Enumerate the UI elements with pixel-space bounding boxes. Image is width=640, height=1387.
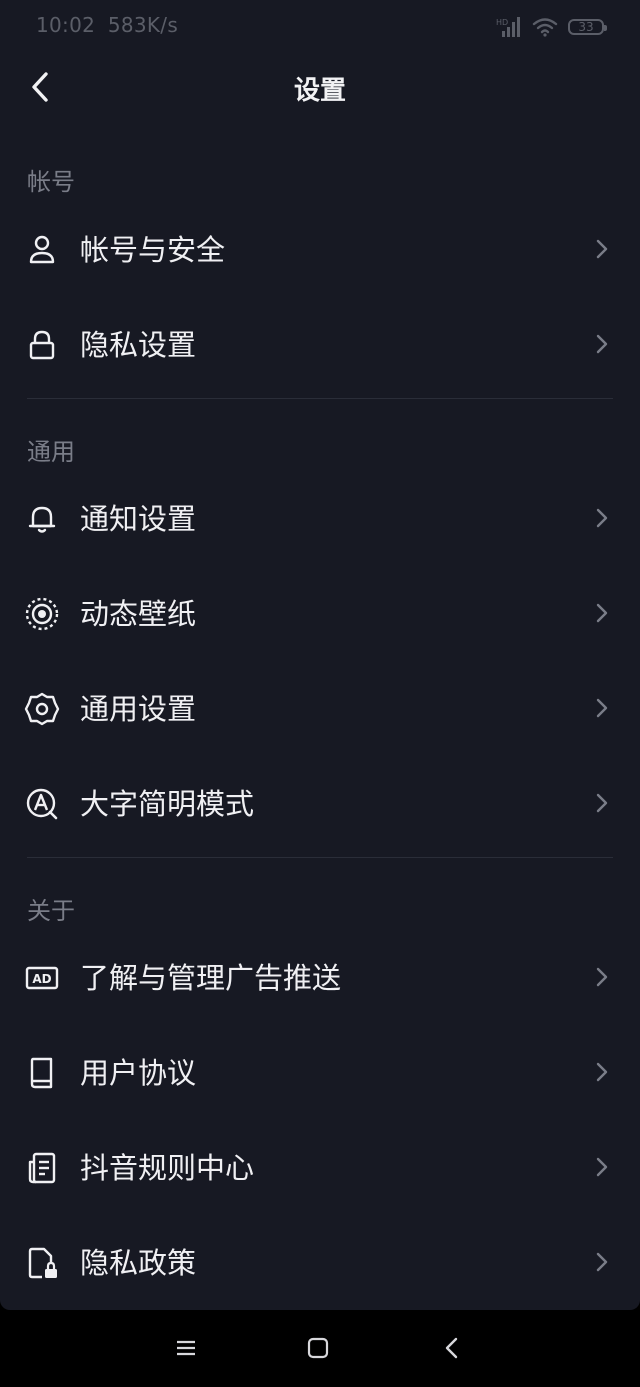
ad-icon: AD <box>25 966 59 990</box>
chevron-right-icon <box>596 793 608 813</box>
section-divider <box>27 857 613 858</box>
chevron-right-icon <box>596 1157 608 1177</box>
status-time: 10:02 583K/s <box>36 13 178 37</box>
home-square-icon <box>307 1337 329 1359</box>
ad-icon-text: AD <box>32 972 51 986</box>
settings-item-ad-management[interactable]: AD 了解与管理广告推送 <box>0 935 640 1021</box>
settings-item-label: 用户协议 <box>80 1056 197 1090</box>
section-title-general: 通用 <box>27 438 75 466</box>
gear-icon <box>24 692 60 726</box>
battery-level: 33 <box>578 20 594 34</box>
lock-icon <box>29 330 55 360</box>
settings-item-label: 隐私设置 <box>80 328 197 362</box>
settings-item-large-text-mode[interactable]: 大字简明模式 <box>0 761 640 847</box>
privacy-file-icon <box>28 1247 57 1279</box>
settings-item-notification[interactable]: 通知设置 <box>0 476 640 562</box>
nav-menu-button[interactable] <box>164 1328 208 1368</box>
back-triangle-icon <box>445 1337 458 1359</box>
settings-item-privacy-settings[interactable]: 隐私设置 <box>0 302 640 388</box>
signal-icon: HD <box>496 17 520 37</box>
chevron-right-icon <box>596 698 608 718</box>
settings-item-label: 通知设置 <box>80 502 197 536</box>
chevron-right-icon <box>596 1062 608 1082</box>
large-text-icon <box>26 788 58 820</box>
settings-item-rules-center[interactable]: 抖音规则中心 <box>0 1125 640 1211</box>
chevron-right-icon <box>596 967 608 987</box>
bell-icon <box>28 506 56 533</box>
battery-icon: 33 <box>568 19 607 35</box>
settings-item-account-security[interactable]: 帐号与安全 <box>0 207 640 293</box>
wifi-icon <box>532 18 558 37</box>
status-network-speed: 583K/s <box>107 13 179 37</box>
chevron-right-icon <box>596 239 608 259</box>
section-title-account: 帐号 <box>27 168 75 196</box>
nav-home-button[interactable] <box>296 1328 340 1368</box>
menu-icon <box>177 1340 195 1356</box>
settings-item-label: 隐私政策 <box>80 1246 197 1280</box>
document-list-icon <box>28 1152 56 1184</box>
settings-item-live-wallpaper[interactable]: 动态壁纸 <box>0 571 640 657</box>
chevron-right-icon <box>596 508 608 528</box>
settings-item-label: 了解与管理广告推送 <box>80 961 342 995</box>
book-icon <box>30 1057 53 1089</box>
chevron-right-icon <box>596 334 608 354</box>
settings-item-label: 抖音规则中心 <box>80 1151 255 1185</box>
signal-hd-label: HD <box>496 18 508 27</box>
settings-item-label: 动态壁纸 <box>80 597 197 631</box>
settings-item-user-agreement[interactable]: 用户协议 <box>0 1030 640 1116</box>
settings-item-label: 大字简明模式 <box>80 787 255 821</box>
header: 设置 <box>0 56 640 120</box>
settings-item-label: 通用设置 <box>80 692 197 726</box>
settings-item-general-settings[interactable]: 通用设置 <box>0 666 640 752</box>
status-bar: 10:02 583K/s HD 33 <box>0 0 640 54</box>
wallpaper-icon <box>25 597 59 631</box>
chevron-right-icon <box>596 603 608 623</box>
settings-item-privacy-policy[interactable]: 隐私政策 <box>0 1220 640 1306</box>
chevron-right-icon <box>596 1252 608 1272</box>
section-title-about: 关于 <box>27 897 75 925</box>
user-icon <box>29 235 55 264</box>
section-divider <box>27 398 613 399</box>
system-navigation-bar <box>0 1310 640 1387</box>
status-clock: 10:02 <box>36 13 96 37</box>
status-icons: HD 33 <box>496 14 607 40</box>
page-title: 设置 <box>293 76 346 106</box>
settings-screen: 10:02 583K/s HD 33 设置 帐号 帐号与安全 隐私设置 通用 通… <box>0 0 640 1310</box>
settings-item-label: 帐号与安全 <box>80 233 226 267</box>
nav-back-button[interactable] <box>430 1328 474 1368</box>
